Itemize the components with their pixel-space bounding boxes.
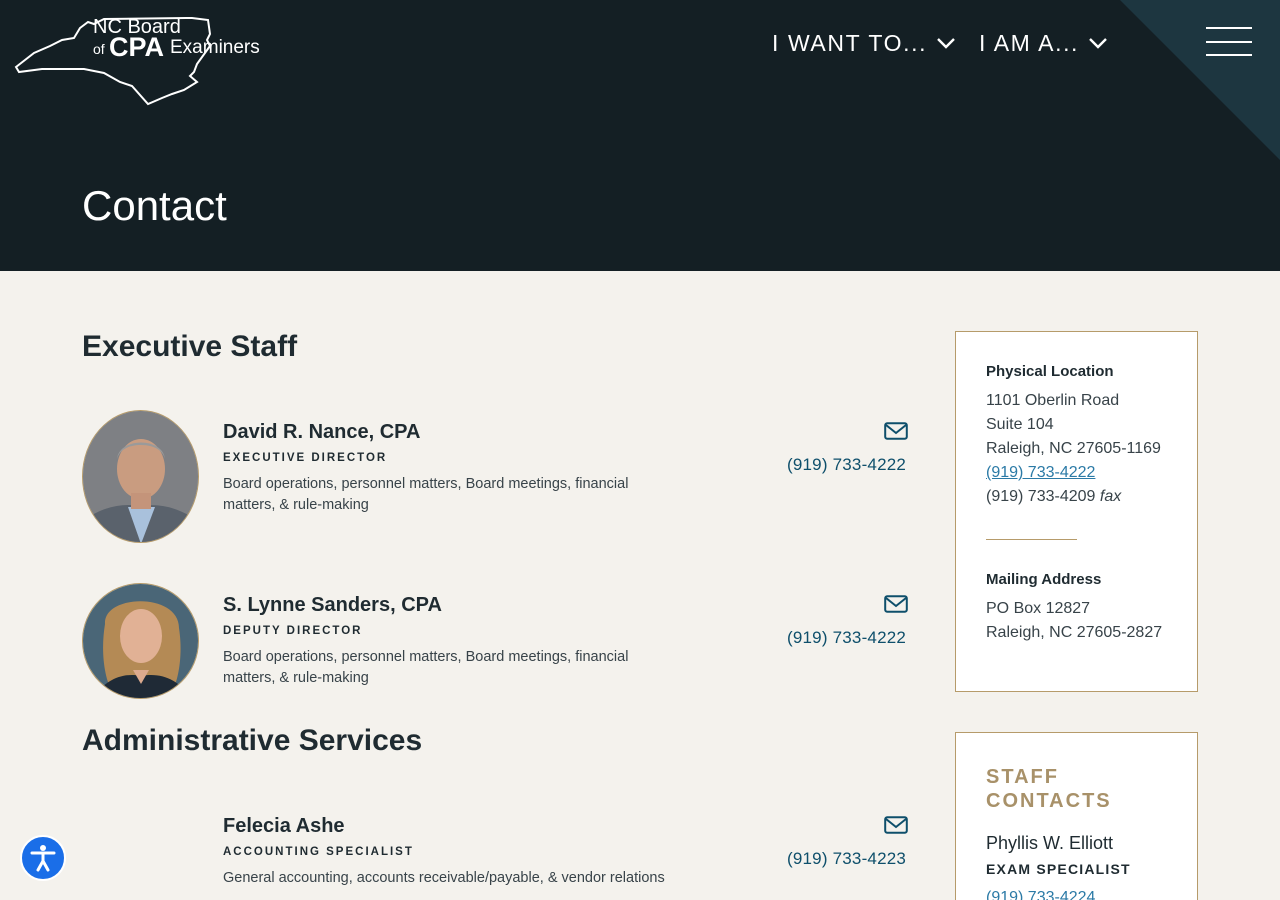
staff-contacts-card: STAFF CONTACTS Phyllis W. Elliott EXAM S… — [955, 732, 1198, 900]
staff-role: ACCOUNTING SPECIALIST — [223, 846, 414, 858]
accessibility-button[interactable] — [20, 835, 66, 881]
address-line: Raleigh, NC 27605-1169 — [986, 440, 1161, 457]
logo-line-3: CPA — [109, 32, 165, 62]
physical-location-heading: Physical Location — [986, 363, 1114, 380]
staff-phone-link[interactable]: (919) 733-4222 — [787, 628, 906, 648]
contact-phone-link[interactable]: (919) 733-4224 — [986, 889, 1095, 900]
section-title-executive: Executive Staff — [82, 330, 298, 363]
logo-line-2: of — [93, 41, 105, 57]
chevron-down-icon — [937, 38, 955, 49]
fax-label: fax — [1099, 488, 1122, 505]
address-line: Suite 104 — [986, 416, 1054, 433]
staff-photo — [82, 410, 199, 543]
divider — [986, 539, 1077, 540]
staff-description: Board operations, personnel matters, Boa… — [223, 476, 629, 513]
page-title: Contact — [82, 182, 227, 229]
nav-i-am-a-label: I AM A... — [979, 29, 1080, 56]
staff-description: Board operations, personnel matters, Boa… — [223, 649, 629, 686]
contact-info-card: Physical Location 1101 Oberlin Road Suit… — [955, 331, 1198, 692]
staff-name: S. Lynne Sanders, CPA — [223, 594, 442, 616]
staff-phone-link[interactable]: (919) 733-4222 — [787, 455, 906, 475]
staff-phone-link[interactable]: (919) 733-4223 — [787, 849, 906, 869]
address-line: 1101 Oberlin Road — [986, 392, 1120, 409]
staff-contacts-title: STAFF CONTACTS — [986, 766, 1112, 812]
accessibility-icon — [30, 845, 56, 872]
mailing-address-heading: Mailing Address — [986, 571, 1102, 588]
section-title-admin: Administrative Services — [82, 724, 423, 757]
staff-photo — [82, 583, 199, 699]
chevron-down-icon — [1089, 38, 1107, 49]
staff-name: Felecia Ashe — [223, 815, 345, 837]
site-header: NC Board of CPA Examiners I WANT TO... I… — [0, 0, 1280, 271]
envelope-icon[interactable] — [884, 595, 908, 613]
nav-i-am-a[interactable]: I AM A... — [979, 28, 1108, 58]
staff-role: EXECUTIVE DIRECTOR — [223, 452, 388, 464]
fax-line: (919) 733-4209 fax — [986, 488, 1121, 506]
staff-role: DEPUTY DIRECTOR — [223, 625, 363, 637]
address-line: Raleigh, NC 27605-2827 — [986, 624, 1163, 641]
envelope-icon[interactable] — [884, 422, 908, 440]
site-logo[interactable]: NC Board of CPA Examiners — [14, 16, 270, 108]
nav-i-want-to-label: I WANT TO... — [772, 29, 928, 56]
staff-name: David R. Nance, CPA — [223, 421, 421, 443]
nav-i-want-to[interactable]: I WANT TO... — [772, 28, 956, 58]
fax-number: (919) 733-4209 — [986, 488, 1096, 505]
office-phone-link[interactable]: (919) 733-4222 — [986, 464, 1095, 482]
hamburger-menu-icon[interactable] — [1206, 27, 1252, 57]
envelope-icon[interactable] — [884, 816, 908, 834]
staff-description: General accounting, accounts receivable/… — [223, 870, 665, 886]
address-line: PO Box 12827 — [986, 600, 1091, 617]
contact-name: Phyllis W. Elliott — [986, 833, 1114, 853]
contact-role: EXAM SPECIALIST — [986, 861, 1131, 877]
logo-line-4: Examiners — [170, 37, 260, 58]
